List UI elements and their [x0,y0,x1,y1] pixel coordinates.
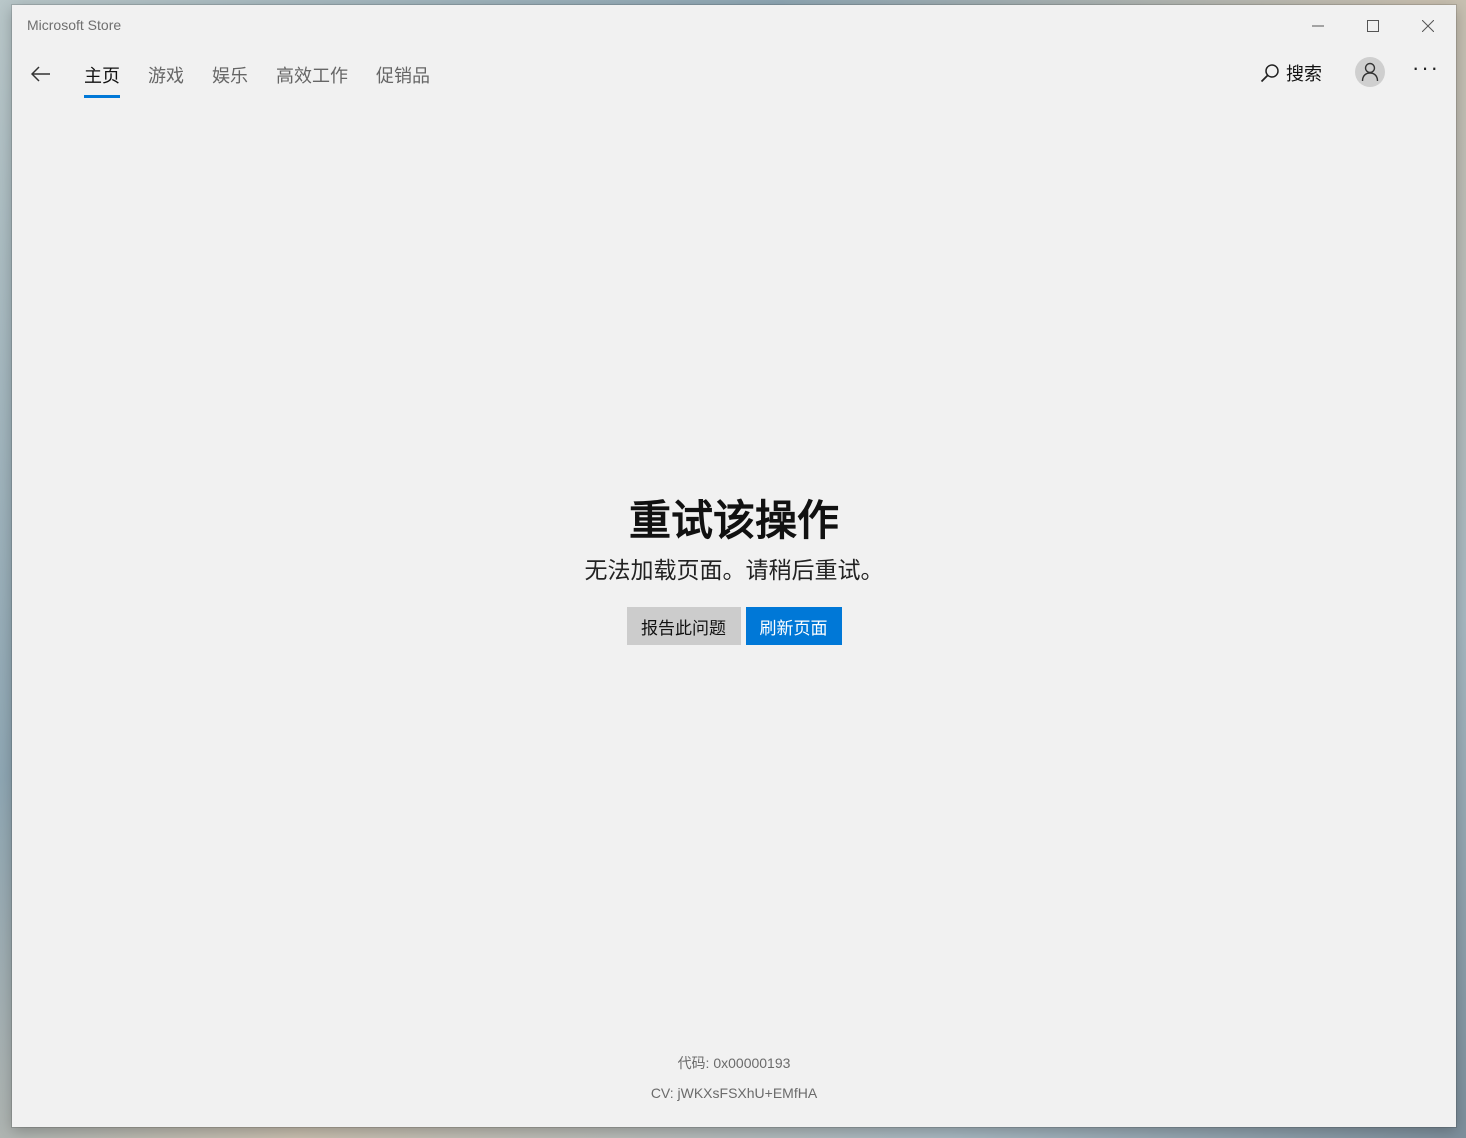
minimize-button[interactable] [1291,5,1345,47]
tab-games[interactable]: 游戏 [148,62,184,98]
tab-productivity[interactable]: 高效工作 [276,62,348,98]
nav-bar: 主页 游戏 娱乐 高效工作 促销品 搜索 ··· [12,47,1456,107]
correlation-vector: CV: jWKXsFSXhU+EMfHA [650,1085,818,1101]
back-arrow-icon [31,66,50,82]
app-title: Microsoft Store [27,17,122,33]
title-bar: Microsoft Store [12,5,1456,47]
search-label: 搜索 [1286,64,1322,84]
error-code: 代码: 0x00000193 [677,1055,791,1071]
user-icon [1361,62,1379,82]
search-button[interactable]: 搜索 [1260,60,1322,86]
account-button[interactable] [1355,57,1385,87]
report-issue-button[interactable]: 报告此问题 [626,607,741,645]
store-window: Microsoft Store 主页 游戏 娱乐 高效工作 促销品 搜索 ···… [12,5,1456,1127]
close-icon [1422,20,1434,32]
back-button[interactable] [26,59,56,89]
minimize-icon [1312,25,1324,27]
close-button[interactable] [1401,5,1455,47]
maximize-icon [1367,20,1379,32]
maximize-button[interactable] [1346,5,1400,47]
refresh-page-button[interactable]: 刷新页面 [745,607,842,645]
error-title: 重试该操作 [628,497,839,544]
tab-home[interactable]: 主页 [84,62,120,98]
tab-deals[interactable]: 促销品 [376,62,430,98]
error-message: 无法加载页面。请稍后重试。 [584,557,884,583]
error-details: 代码: 0x00000193 CV: jWKXsFSXhU+EMfHA [12,1048,1456,1108]
tab-entertainment[interactable]: 娱乐 [212,62,248,98]
error-panel: 重试该操作 无法加载页面。请稍后重试。 报告此问题 刷新页面 [12,493,1456,645]
error-actions: 报告此问题 刷新页面 [12,607,1456,645]
more-icon[interactable]: ··· [1412,57,1440,79]
nav-tabs: 主页 游戏 娱乐 高效工作 促销品 [84,62,458,98]
search-icon [1260,64,1279,83]
